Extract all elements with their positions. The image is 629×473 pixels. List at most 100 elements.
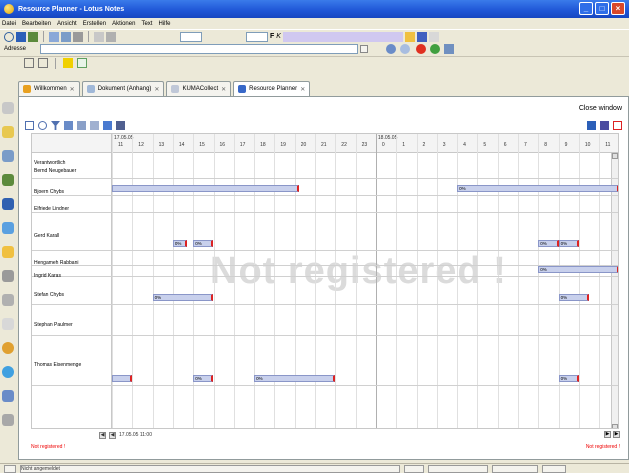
- welcome-icon: [23, 85, 31, 93]
- view-icon[interactable]: [77, 58, 87, 68]
- tab-close-icon[interactable]: ✕: [300, 86, 305, 93]
- menu-erstellen[interactable]: Erstellen: [83, 21, 106, 27]
- tab-close-icon[interactable]: ✕: [221, 86, 226, 93]
- databases-bookmark-icon[interactable]: [2, 270, 14, 282]
- filter-icon[interactable]: [51, 121, 60, 130]
- address-input[interactable]: [40, 44, 358, 54]
- cut-icon[interactable]: [106, 31, 116, 42]
- task-bar[interactable]: 0%: [538, 266, 618, 273]
- nav-back-icon[interactable]: [386, 44, 396, 54]
- hour-label: 1: [402, 142, 405, 148]
- history-bookmark-icon[interactable]: [2, 318, 14, 330]
- resource-planner-view: Close window Not registered ! Verantwort…: [18, 96, 629, 460]
- back-icon[interactable]: [4, 31, 14, 42]
- save-icon[interactable]: [16, 31, 26, 42]
- chart-icon[interactable]: [103, 121, 112, 130]
- italic-icon[interactable]: K: [276, 33, 281, 40]
- menu-text[interactable]: Text: [141, 21, 152, 27]
- task-bar[interactable]: 0%: [152, 294, 214, 301]
- tab-willkommen[interactable]: Willkommen ✕: [18, 81, 80, 96]
- secondary-toolbar: [0, 56, 629, 69]
- task-bar[interactable]: 0%: [254, 375, 336, 382]
- search-icon[interactable]: [404, 31, 415, 42]
- todo-bookmark-icon[interactable]: [2, 198, 14, 210]
- status-server[interactable]: [492, 464, 538, 473]
- tools-bookmark-icon[interactable]: [2, 390, 14, 402]
- address-dropdown[interactable]: [360, 45, 368, 53]
- stop-icon[interactable]: [416, 44, 426, 54]
- search-icon[interactable]: [38, 121, 47, 130]
- print-icon[interactable]: [28, 31, 38, 42]
- task-bar[interactable]: 0%: [457, 185, 618, 192]
- colors-bookmark-icon[interactable]: [2, 342, 14, 354]
- help-icon[interactable]: [90, 121, 99, 130]
- print-planner-icon[interactable]: [77, 121, 86, 130]
- hour-label: 3: [442, 142, 446, 148]
- bold-icon[interactable]: F: [270, 33, 274, 40]
- menu-bearbeiten[interactable]: Bearbeiten: [22, 21, 51, 27]
- status-network[interactable]: [404, 464, 424, 473]
- tab-close-icon[interactable]: ✕: [154, 86, 159, 93]
- mail-bookmark-icon[interactable]: [2, 126, 14, 138]
- format-icons[interactable]: [282, 31, 403, 42]
- more-bookmarks-icon[interactable]: [2, 294, 14, 306]
- new-icon[interactable]: [25, 121, 34, 130]
- row-divider: [32, 195, 618, 196]
- table-icon[interactable]: [428, 31, 439, 42]
- grid-icon[interactable]: [116, 121, 125, 130]
- menu-hilfe[interactable]: Hilfe: [158, 21, 170, 27]
- close-planner-icon[interactable]: [613, 121, 622, 130]
- trash-bookmark-icon[interactable]: [2, 414, 14, 426]
- nav-forward-icon[interactable]: [400, 44, 410, 54]
- task-bar[interactable]: 0%: [538, 240, 559, 247]
- refresh-icon[interactable]: [430, 44, 440, 54]
- menu-ansicht[interactable]: Ansicht: [57, 21, 77, 27]
- save-planner-icon[interactable]: [587, 121, 596, 130]
- favorites-bookmark-icon[interactable]: [2, 246, 14, 258]
- contacts-bookmark-icon[interactable]: [2, 174, 14, 186]
- scroll-up-button[interactable]: [612, 153, 618, 159]
- tab-kumacollect[interactable]: KUMACollect ✕: [166, 81, 232, 96]
- tab-close-icon[interactable]: ✕: [70, 86, 75, 93]
- replicator-bookmark-icon[interactable]: [2, 222, 14, 234]
- zoom-icon[interactable]: [24, 58, 34, 68]
- home-icon[interactable]: [2, 102, 14, 114]
- task-bar[interactable]: 0%: [558, 294, 590, 301]
- maximize-button[interactable]: □: [595, 2, 609, 15]
- prev-button[interactable]: ◀: [109, 431, 116, 439]
- status-mail[interactable]: [542, 464, 566, 473]
- tab-dokument[interactable]: Dokument (Anhang) ✕: [81, 81, 165, 96]
- export-icon[interactable]: [64, 121, 73, 130]
- task-bar[interactable]: 0%: [193, 375, 214, 382]
- paste-icon[interactable]: [94, 31, 104, 42]
- warning-icon[interactable]: [63, 58, 73, 68]
- close-button[interactable]: ×: [611, 2, 625, 15]
- minimize-button[interactable]: _: [579, 2, 593, 15]
- scroll-down-button[interactable]: [612, 424, 618, 428]
- forward-icon[interactable]: [61, 31, 71, 42]
- globe-bookmark-icon[interactable]: [2, 366, 14, 378]
- close-window-button[interactable]: Close window: [576, 101, 624, 115]
- next-button[interactable]: ▶: [604, 431, 611, 438]
- mail-icon[interactable]: [49, 31, 59, 42]
- search-web-icon[interactable]: [444, 44, 454, 54]
- tab-resource-planner[interactable]: Resource Planner ✕: [233, 81, 311, 96]
- last-button[interactable]: ▶: [613, 431, 620, 438]
- layout-icon[interactable]: [600, 121, 609, 130]
- menu-aktionen[interactable]: Aktionen: [112, 21, 135, 27]
- task-bar[interactable]: 0%: [558, 375, 579, 382]
- calendar-bookmark-icon[interactable]: [2, 150, 14, 162]
- font-dropdown[interactable]: [246, 31, 268, 42]
- task-bar[interactable]: [112, 375, 133, 382]
- menu-datei[interactable]: Datei: [2, 21, 16, 27]
- task-bar[interactable]: [112, 185, 299, 192]
- copy-icon[interactable]: [73, 31, 83, 42]
- spellcheck-icon[interactable]: [416, 31, 427, 42]
- first-button[interactable]: ◀: [99, 431, 106, 439]
- style-dropdown[interactable]: [180, 31, 202, 42]
- task-bar[interactable]: 0%: [172, 240, 188, 247]
- task-bar[interactable]: 0%: [193, 240, 214, 247]
- status-location[interactable]: [428, 464, 488, 473]
- task-bar[interactable]: 0%: [558, 240, 579, 247]
- zoom-out-icon[interactable]: [38, 58, 48, 68]
